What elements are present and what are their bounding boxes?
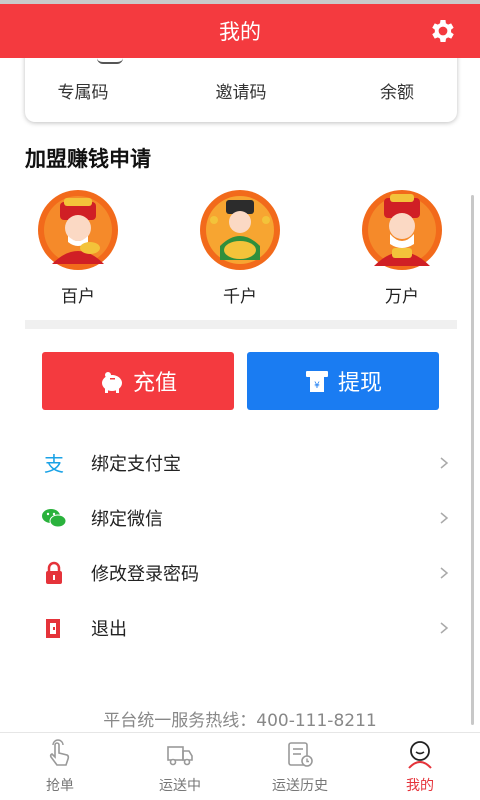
- scrollbar[interactable]: [471, 195, 474, 725]
- tap-hand-icon: [49, 739, 70, 766]
- recharge-button[interactable]: 充值: [42, 352, 234, 410]
- menu-item-bind-wechat[interactable]: 绑定微信: [25, 492, 457, 544]
- tab-label: 运送历史: [272, 778, 328, 794]
- tier-ten-thousand[interactable]: 万户: [362, 190, 442, 307]
- join-section-title: 加盟赚钱申请: [25, 147, 151, 171]
- withdraw-button[interactable]: ¥ 提现: [247, 352, 439, 410]
- menu-item-change-password[interactable]: 修改登录密码: [25, 547, 457, 599]
- svg-text:支: 支: [44, 452, 64, 476]
- chevron-right-icon: [440, 622, 449, 634]
- section-divider: [25, 320, 457, 329]
- qr-code-icon: [97, 58, 123, 64]
- page-title: 我的: [219, 20, 261, 44]
- service-hotline: 平台统一服务热线：400-111-8211: [103, 711, 377, 731]
- history-list-icon: [288, 742, 313, 767]
- chevron-right-icon: [440, 567, 449, 579]
- chevron-right-icon: [440, 457, 449, 469]
- tier-hundred[interactable]: 百户: [38, 190, 118, 307]
- menu-item-logout[interactable]: 退出: [25, 602, 457, 654]
- wechat-icon: [42, 509, 67, 528]
- user-profile-icon: [408, 741, 432, 769]
- menu-item-label: 修改登录密码: [91, 564, 199, 585]
- god-of-wealth-avatar-icon: [38, 190, 118, 270]
- god-of-wealth-avatar-icon: [362, 190, 442, 270]
- exclusive-code-item[interactable]: 专属码: [33, 78, 133, 103]
- god-of-wealth-avatar-icon: [200, 190, 280, 270]
- delivery-truck-icon: [167, 746, 193, 766]
- balance-item[interactable]: 余额: [347, 78, 447, 103]
- chevron-right-icon: [440, 512, 449, 524]
- menu-item-label: 退出: [91, 619, 127, 640]
- logout-icon: [46, 619, 60, 638]
- top-header: 我的: [0, 4, 480, 58]
- menu-item-bind-alipay[interactable]: 支 绑定支付宝: [25, 437, 457, 489]
- tab-grab-order[interactable]: 抢单: [0, 733, 120, 800]
- withdraw-label: 提现: [337, 371, 382, 396]
- tab-delivery-history[interactable]: 运送历史: [240, 733, 360, 800]
- tier-label: 千户: [223, 287, 257, 307]
- tier-label: 百户: [61, 287, 95, 307]
- invite-code-item[interactable]: 邀请码: [191, 78, 291, 103]
- svg-text:¥: ¥: [314, 381, 320, 391]
- menu-item-label: 绑定微信: [91, 509, 163, 530]
- recharge-label: 充值: [132, 371, 177, 396]
- tier-label: 万户: [385, 287, 419, 307]
- tier-thousand[interactable]: 千户: [200, 190, 280, 307]
- gear-icon[interactable]: [428, 16, 458, 46]
- tab-mine[interactable]: 我的: [360, 733, 480, 800]
- lock-icon: [46, 561, 62, 584]
- atm-icon: ¥: [305, 371, 328, 392]
- tab-label: 运送中: [159, 778, 201, 794]
- tab-in-transit[interactable]: 运送中: [120, 733, 240, 800]
- tab-label: 我的: [406, 778, 434, 794]
- tab-label: 抢单: [46, 778, 74, 794]
- alipay-icon: 支: [44, 452, 64, 476]
- bottom-tab-bar: 抢单 运送中 运送历史 我的: [0, 732, 480, 800]
- menu-item-label: 绑定支付宝: [91, 454, 181, 475]
- piggy-bank-icon: [101, 372, 122, 393]
